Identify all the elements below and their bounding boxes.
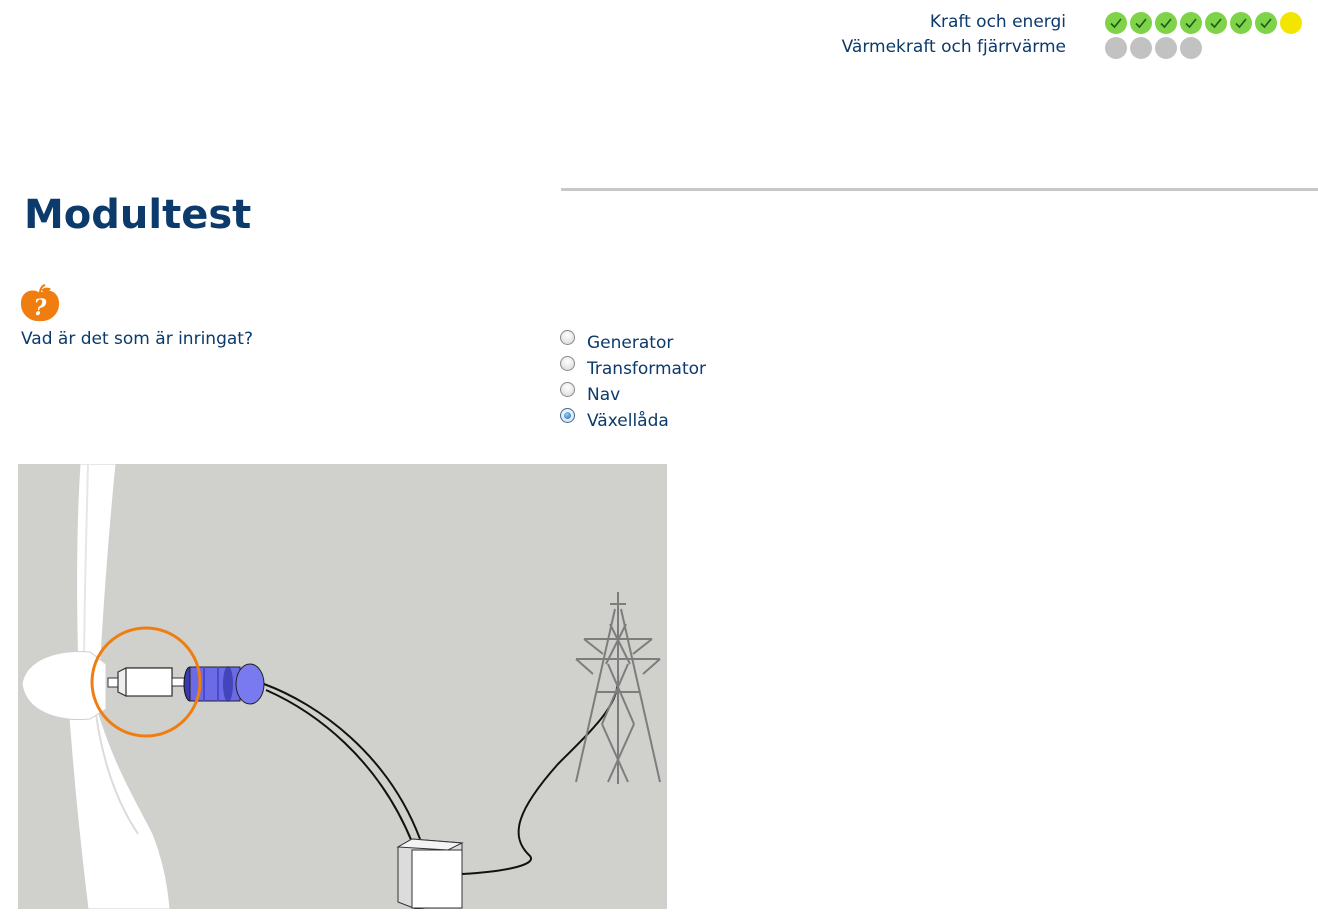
check-icon (1105, 12, 1127, 34)
option-label: Växellåda (587, 411, 669, 431)
question-text: Vad är det som är inringat? (21, 329, 253, 349)
option-transformator[interactable]: Transformator (560, 354, 706, 380)
option-vaxellada[interactable]: Växellåda (560, 406, 706, 432)
option-label: Nav (587, 385, 621, 405)
answer-options: Generator Transformator Nav Växellåda (560, 328, 706, 432)
question-apple-icon: ? (20, 284, 60, 322)
svg-text:?: ? (34, 295, 48, 321)
progress-dots (1105, 37, 1202, 59)
pending-step-dot (1130, 37, 1152, 59)
header-divider (561, 188, 1318, 191)
current-step-dot (1280, 12, 1302, 34)
check-icon (1155, 12, 1177, 34)
check-icon (1180, 12, 1202, 34)
check-icon (1230, 12, 1252, 34)
pending-step-dot (1105, 37, 1127, 59)
pending-step-dot (1155, 37, 1177, 59)
option-label: Transformator (587, 359, 707, 379)
progress-row-kraft-och-energi: Kraft och energi (800, 10, 1310, 35)
progress-dots (1105, 12, 1302, 34)
pending-step-dot (1180, 37, 1202, 59)
option-generator[interactable]: Generator (560, 328, 706, 354)
radio-button[interactable] (560, 381, 575, 397)
page-title: Modultest (24, 192, 252, 238)
progress-label: Värmekraft och fjärrvärme (841, 37, 1066, 57)
check-icon (1205, 12, 1227, 34)
wind-turbine-diagram (18, 464, 667, 909)
radio-button-selected[interactable] (560, 407, 575, 423)
wind-turbine-illustration (21, 464, 661, 909)
check-icon (1255, 12, 1277, 34)
progress-panel: Kraft och energi Värmekraft och fjärrvär… (800, 10, 1310, 60)
progress-label: Kraft och energi (929, 12, 1066, 32)
check-icon (1130, 12, 1152, 34)
radio-button[interactable] (560, 355, 575, 371)
option-nav[interactable]: Nav (560, 380, 706, 406)
option-label: Generator (587, 333, 674, 353)
progress-row-varmekraft: Värmekraft och fjärrvärme (800, 35, 1310, 60)
radio-button[interactable] (560, 329, 575, 345)
